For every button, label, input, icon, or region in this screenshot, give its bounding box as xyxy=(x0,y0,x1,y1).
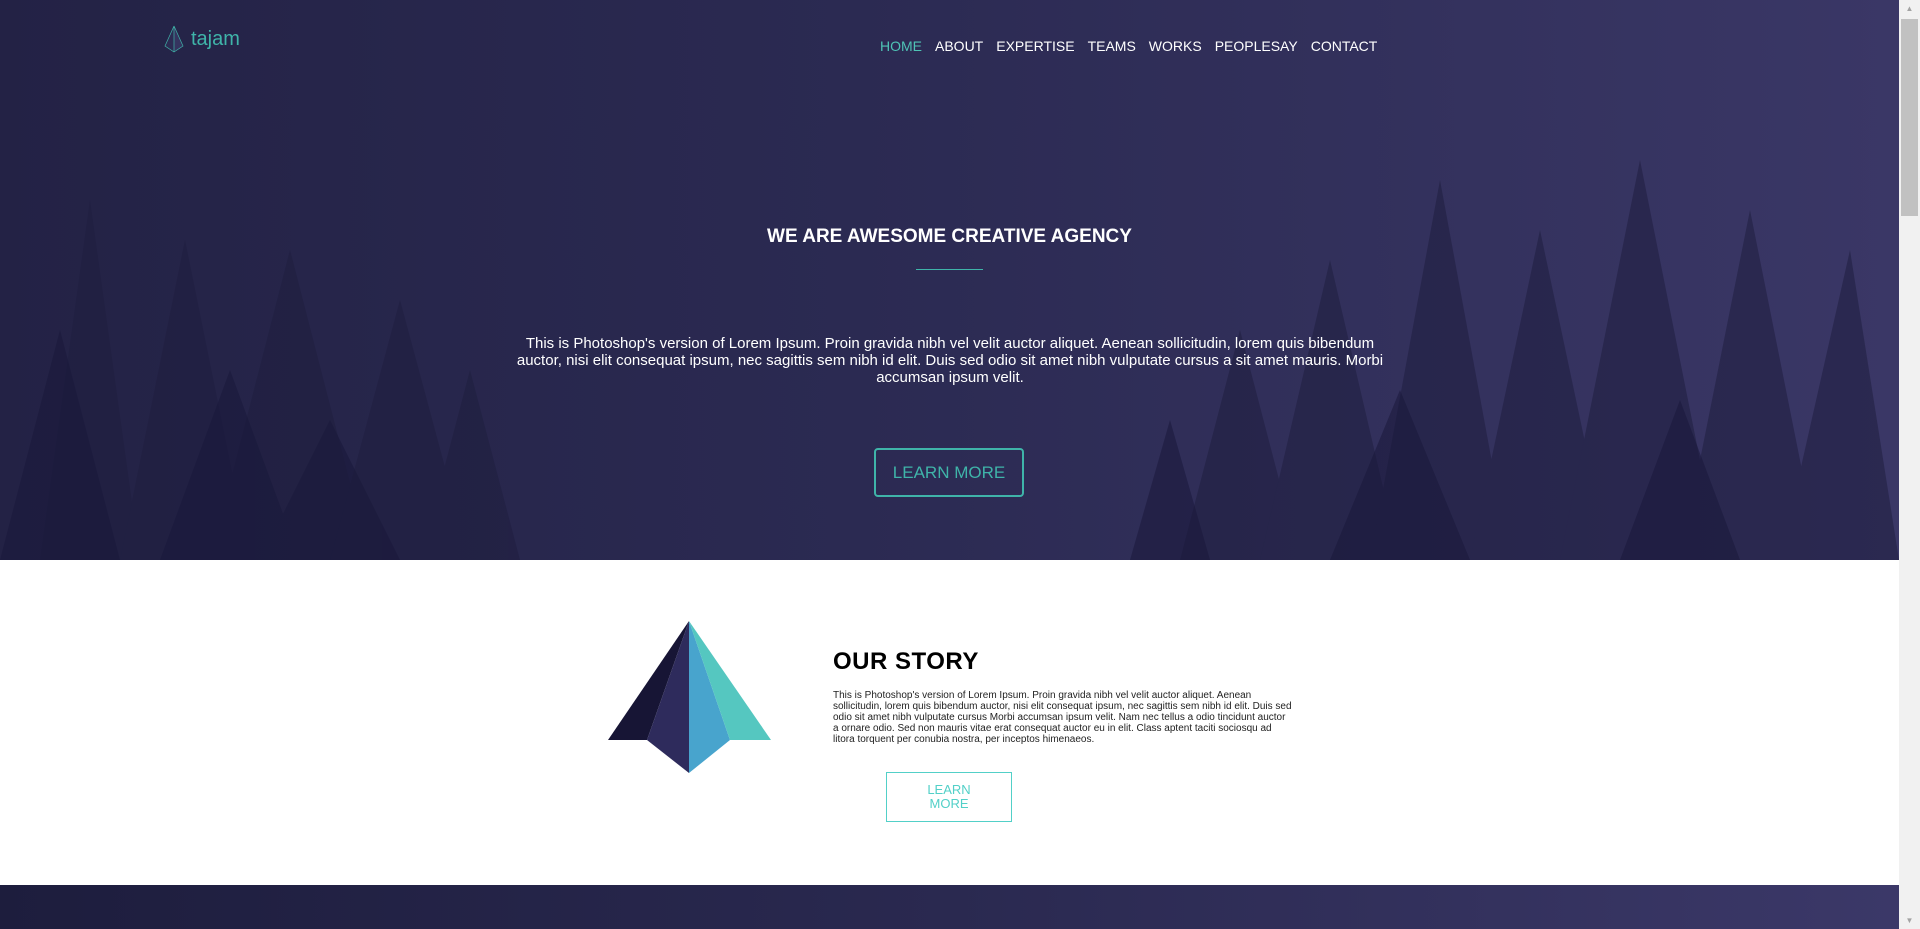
page: tajam HOME ABOUT EXPERTISE TEAMS WORKS P… xyxy=(0,0,1899,929)
story-text: This is Photoshop's version of Lorem Ips… xyxy=(833,690,1292,745)
hero-text: This is Photoshop's version of Lorem Ips… xyxy=(516,335,1384,386)
story-title: OUR STORY xyxy=(833,648,979,675)
hero-learn-more-button[interactable]: LEARN MORE xyxy=(874,448,1024,497)
nav-contact[interactable]: CONTACT xyxy=(1311,38,1378,54)
logo-text: tajam xyxy=(191,27,240,50)
story-learn-more-button[interactable]: LEARN MORE xyxy=(886,772,1012,822)
nav-teams[interactable]: TEAMS xyxy=(1088,38,1136,54)
scrollbar[interactable]: ▲ ▼ xyxy=(1899,0,1920,929)
pyramid-logo-icon xyxy=(164,25,184,53)
nav-peoplesay[interactable]: PEOPLESAY xyxy=(1215,38,1298,54)
main-nav: HOME ABOUT EXPERTISE TEAMS WORKS PEOPLES… xyxy=(880,38,1377,54)
hero-divider xyxy=(916,269,983,270)
nav-home[interactable]: HOME xyxy=(880,38,922,54)
scroll-up-arrow-icon[interactable]: ▲ xyxy=(1899,0,1920,17)
nav-about[interactable]: ABOUT xyxy=(935,38,983,54)
hero-title: WE ARE AWESOME CREATIVE AGENCY xyxy=(767,226,1132,247)
nav-works[interactable]: WORKS xyxy=(1149,38,1202,54)
scroll-thumb[interactable] xyxy=(1901,19,1918,216)
scroll-down-arrow-icon[interactable]: ▼ xyxy=(1899,912,1920,929)
hero-section: tajam HOME ABOUT EXPERTISE TEAMS WORKS P… xyxy=(0,0,1899,560)
next-section xyxy=(0,885,1899,929)
nav-expertise[interactable]: EXPERTISE xyxy=(996,38,1074,54)
logo[interactable]: tajam xyxy=(163,24,240,54)
pyramid-icon xyxy=(608,621,771,773)
